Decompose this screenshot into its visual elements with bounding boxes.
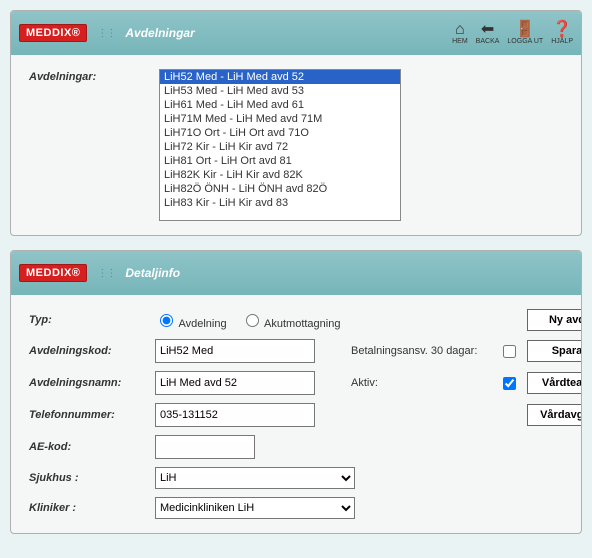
hjalp-button[interactable]: ❓ HJÄLP: [551, 22, 573, 45]
avdelningar-title: Avdelningar: [125, 26, 194, 40]
radio-avdelning-wrap[interactable]: Avdelning: [155, 311, 227, 330]
detaljinfo-header: MEDDIX® ⋮⋮ Detaljinfo: [11, 251, 581, 295]
sjukhus-label: Sjukhus :: [29, 472, 149, 484]
list-item[interactable]: LiH53 Med - LiH Med avd 53: [160, 84, 400, 98]
radio-akut[interactable]: [246, 314, 259, 327]
backa-label: BACKA: [476, 38, 500, 45]
avdelningsnamn-input[interactable]: [155, 371, 315, 395]
list-item[interactable]: LiH71M Med - LiH Med avd 71M: [160, 112, 400, 126]
ae-kod-label: AE-kod:: [29, 441, 149, 453]
toolbar: ⌂ HEM ⬅ BACKA 🚪 LOGGA UT ❓ HJÄLP: [452, 22, 573, 45]
betalningsansv-checkbox[interactable]: [501, 345, 518, 358]
typ-label: Typ:: [29, 314, 149, 326]
logga-ut-button[interactable]: 🚪 LOGGA UT: [507, 22, 543, 45]
vardavgift-button[interactable]: Vårdavgift: [527, 404, 582, 426]
radio-akut-label: Akutmottagning: [264, 318, 340, 330]
kliniker-select[interactable]: Medicinkliniken LiH: [155, 497, 355, 519]
ny-avd-button[interactable]: Ny avd: [527, 309, 582, 331]
radio-akut-wrap[interactable]: Akutmottagning: [241, 311, 341, 330]
telefonnummer-label: Telefonnummer:: [29, 409, 149, 421]
avdelningskod-input[interactable]: [155, 339, 315, 363]
radio-avdelning-label: Avdelning: [178, 318, 226, 330]
help-icon: ❓: [552, 22, 572, 38]
avdelningskod-label: Avdelningskod:: [29, 345, 149, 357]
avdelningar-listbox[interactable]: LiH52 Med - LiH Med avd 52LiH53 Med - Li…: [159, 69, 401, 221]
aktiv-checkbox[interactable]: [501, 377, 518, 390]
sjukhus-select[interactable]: LiH: [155, 467, 355, 489]
list-item[interactable]: LiH71O Ort - LiH Ort avd 71O: [160, 126, 400, 140]
avdelningsnamn-label: Avdelningsnamn:: [29, 377, 149, 389]
avdelningar-panel: MEDDIX® ⋮⋮ Avdelningar ⌂ HEM ⬅ BACKA 🚪 L…: [10, 10, 582, 236]
separator: ⋮⋮: [97, 268, 115, 279]
logo: MEDDIX®: [19, 24, 87, 42]
logga-ut-label: LOGGA UT: [507, 38, 543, 45]
telefonnummer-input[interactable]: [155, 403, 315, 427]
detaljinfo-panel: MEDDIX® ⋮⋮ Detaljinfo Typ: Avdelning Aku…: [10, 250, 582, 534]
list-item[interactable]: LiH82Ö ÖNH - LiH ÖNH avd 82Ö: [160, 182, 400, 196]
detaljinfo-title: Detaljinfo: [125, 266, 180, 280]
list-item[interactable]: LiH72 Kir - LiH Kir avd 72: [160, 140, 400, 154]
avdelningar-body: Avdelningar: LiH52 Med - LiH Med avd 52L…: [11, 55, 581, 235]
detaljinfo-body: Typ: Avdelning Akutmottagning Ny avd Avd…: [11, 295, 581, 533]
logout-icon: 🚪: [515, 22, 535, 38]
avdelningar-list-label: Avdelningar:: [29, 69, 159, 83]
hem-button[interactable]: ⌂ HEM: [452, 22, 468, 45]
radio-avdelning[interactable]: [160, 314, 173, 327]
avdelningar-header: MEDDIX® ⋮⋮ Avdelningar ⌂ HEM ⬅ BACKA 🚪 L…: [11, 11, 581, 55]
kliniker-label: Kliniker :: [29, 502, 149, 514]
backa-button[interactable]: ⬅ BACKA: [476, 22, 500, 45]
spara-button[interactable]: Spara: [527, 340, 582, 362]
aktiv-label: Aktiv:: [351, 377, 491, 389]
logo: MEDDIX®: [19, 264, 87, 282]
vardteam-button[interactable]: Vårdteam: [527, 372, 582, 394]
hjalp-label: HJÄLP: [551, 38, 573, 45]
list-item[interactable]: LiH81 Ort - LiH Ort avd 81: [160, 154, 400, 168]
hem-label: HEM: [452, 38, 468, 45]
betalningsansv-label: Betalningsansv. 30 dagar:: [351, 345, 491, 357]
separator: ⋮⋮: [97, 28, 115, 39]
list-item[interactable]: LiH82K Kir - LiH Kir avd 82K: [160, 168, 400, 182]
list-item[interactable]: LiH61 Med - LiH Med avd 61: [160, 98, 400, 112]
list-item[interactable]: LiH83 Kir - LiH Kir avd 83: [160, 196, 400, 210]
home-icon: ⌂: [455, 22, 465, 38]
back-icon: ⬅: [481, 22, 494, 38]
ae-kod-input[interactable]: [155, 435, 255, 459]
list-item[interactable]: LiH52 Med - LiH Med avd 52: [160, 70, 400, 84]
